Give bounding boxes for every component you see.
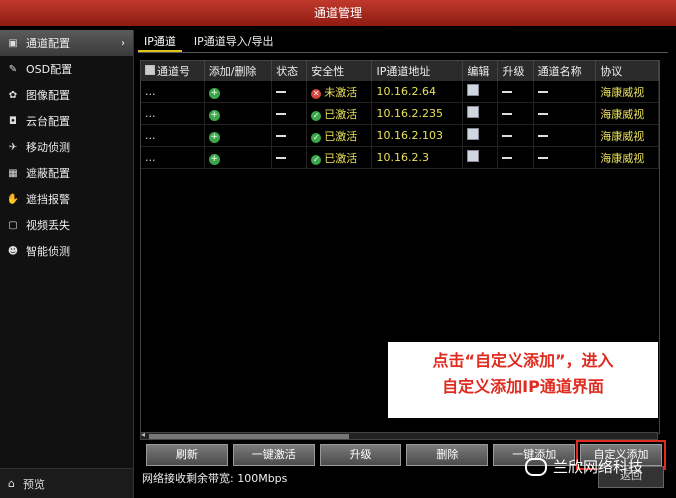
edit-icon[interactable]	[467, 106, 480, 118]
window-title: 通道管理	[0, 0, 676, 26]
one-click-activate-button[interactable]: 一键激活	[232, 444, 315, 466]
cell-protocol: 海康威视	[595, 102, 659, 125]
cell-channel-no: ...	[141, 124, 205, 147]
tab-ip-import-export[interactable]: IP通道导入/导出	[188, 32, 280, 52]
camera-icon: ▣	[8, 37, 18, 49]
sidebar-item-image[interactable]: ✿ 图像配置	[0, 82, 133, 108]
sidebar-item-smart[interactable]: ☻ 智能侦测	[0, 238, 133, 264]
name-dash	[537, 91, 548, 93]
sidebar-item-ptz[interactable]: ◘ 云台配置	[0, 108, 133, 134]
name-dash	[537, 157, 548, 159]
header-add-delete: 添加/删除	[204, 61, 273, 81]
cell-protocol: 海康威视	[595, 124, 659, 147]
home-icon: ⌂	[8, 477, 15, 490]
header-channel-no[interactable]: 通道号	[141, 61, 205, 81]
refresh-button[interactable]: 刷新	[146, 444, 228, 466]
bandwidth-text: 网络接收剩余带宽: 100Mbps	[142, 472, 288, 485]
tab-ip-channel[interactable]: IP通道	[138, 32, 182, 52]
edit-icon[interactable]	[467, 84, 480, 96]
header-edit: 编辑	[462, 61, 499, 81]
header-ip-address: IP通道地址	[371, 61, 464, 81]
cell-ip: 10.16.2.103	[371, 124, 464, 147]
sidebar-item-channel-config[interactable]: ▣ 通道配置 ›	[0, 30, 133, 56]
cell-protocol: 海康威视	[595, 81, 659, 103]
status-dash	[276, 91, 287, 93]
motion-icon: ✈	[8, 141, 18, 153]
name-dash	[537, 135, 548, 137]
ptz-icon: ◘	[9, 115, 17, 127]
video-loss-icon: ▢	[8, 219, 18, 231]
status-dash	[276, 113, 287, 115]
cell-ip: 10.16.2.64	[371, 81, 464, 103]
smart-icon: ☻	[7, 245, 19, 257]
add-icon[interactable]: +	[208, 109, 220, 121]
active-check-icon: ✓	[311, 110, 322, 121]
header-status: 状态	[271, 61, 308, 81]
status-dash	[276, 135, 287, 137]
cell-ip: 10.16.2.235	[371, 102, 464, 125]
add-icon[interactable]: +	[208, 153, 220, 165]
image-icon: ✿	[8, 89, 18, 101]
annotation-callout: 点击“自定义添加”，进入 自定义添加IP通道界面	[388, 342, 658, 418]
sidebar-item-mask[interactable]: ▦ 遮蔽配置	[0, 160, 133, 186]
sidebar-item-osd[interactable]: ✎ OSD配置	[0, 56, 133, 82]
delete-button[interactable]: 删除	[406, 444, 489, 466]
edit-icon: ✎	[8, 63, 18, 75]
cell-channel-no: ...	[141, 146, 205, 169]
name-dash	[537, 113, 548, 115]
watermark: 兰欣网络科技	[525, 456, 643, 477]
scrollbar-thumb[interactable]	[149, 434, 349, 439]
inactive-icon: ✕	[311, 88, 322, 99]
mask-icon: ▦	[8, 167, 18, 179]
add-icon[interactable]: +	[208, 87, 220, 99]
status-dash	[276, 157, 287, 159]
header-upgrade: 升级	[497, 61, 534, 81]
upgrade-button[interactable]: 升级	[319, 444, 402, 466]
hand-icon: ✋	[6, 193, 20, 205]
edit-icon[interactable]	[467, 150, 480, 162]
upgrade-dash	[502, 91, 513, 93]
chevron-right-icon: ›	[121, 37, 125, 49]
table-row[interactable]: ... + ✓ 已激活 10.16.2.103 海康威视	[141, 124, 659, 147]
table-row[interactable]: ... + ✕ 未激活 10.16.2.64 海康威视	[141, 81, 659, 103]
sidebar-item-motion[interactable]: ✈ 移动侦测	[0, 134, 133, 160]
cell-channel-no: ...	[141, 102, 205, 125]
edit-icon[interactable]	[467, 128, 480, 140]
add-icon[interactable]: +	[208, 131, 220, 143]
sidebar-item-video-loss[interactable]: ▢ 视频丢失	[0, 212, 133, 238]
upgrade-dash	[502, 157, 513, 159]
tab-bar: IP通道 IP通道导入/导出	[138, 32, 668, 53]
sidebar-item-tamper[interactable]: ✋ 遮挡报警	[0, 186, 133, 212]
upgrade-dash	[502, 135, 513, 137]
cell-protocol: 海康威视	[595, 146, 659, 169]
header-protocol: 协议	[595, 61, 659, 81]
preview-button[interactable]: ⌂ 预览	[0, 468, 133, 498]
header-security: 安全性	[306, 61, 373, 81]
sidebar: ▣ 通道配置 › ✎ OSD配置 ✿ 图像配置 ◘ 云台配置 ✈ 移动侦测 ▦ 遮蔽配置 ✋ 遮…	[0, 30, 134, 498]
active-check-icon: ✓	[311, 132, 322, 143]
table-row[interactable]: ... + ✓ 已激活 10.16.2.3 海康威视	[141, 146, 659, 169]
main-panel: IP通道 IP通道导入/导出 通道号 添加/删除 状态 安全性 IP通道地址 编…	[138, 32, 668, 498]
checkbox-all[interactable]	[145, 65, 155, 75]
scroll-left-icon[interactable]: ◂	[141, 430, 145, 439]
upgrade-dash	[502, 113, 513, 115]
cell-ip: 10.16.2.3	[371, 146, 464, 169]
table-row[interactable]: ... + ✓ 已激活 10.16.2.235 海康威视	[141, 102, 659, 125]
horizontal-scrollbar[interactable]: ◂	[140, 430, 658, 440]
active-check-icon: ✓	[311, 154, 322, 165]
cell-channel-no: ...	[141, 81, 205, 103]
wechat-icon	[525, 457, 547, 476]
header-channel-name: 通道名称	[533, 61, 597, 81]
